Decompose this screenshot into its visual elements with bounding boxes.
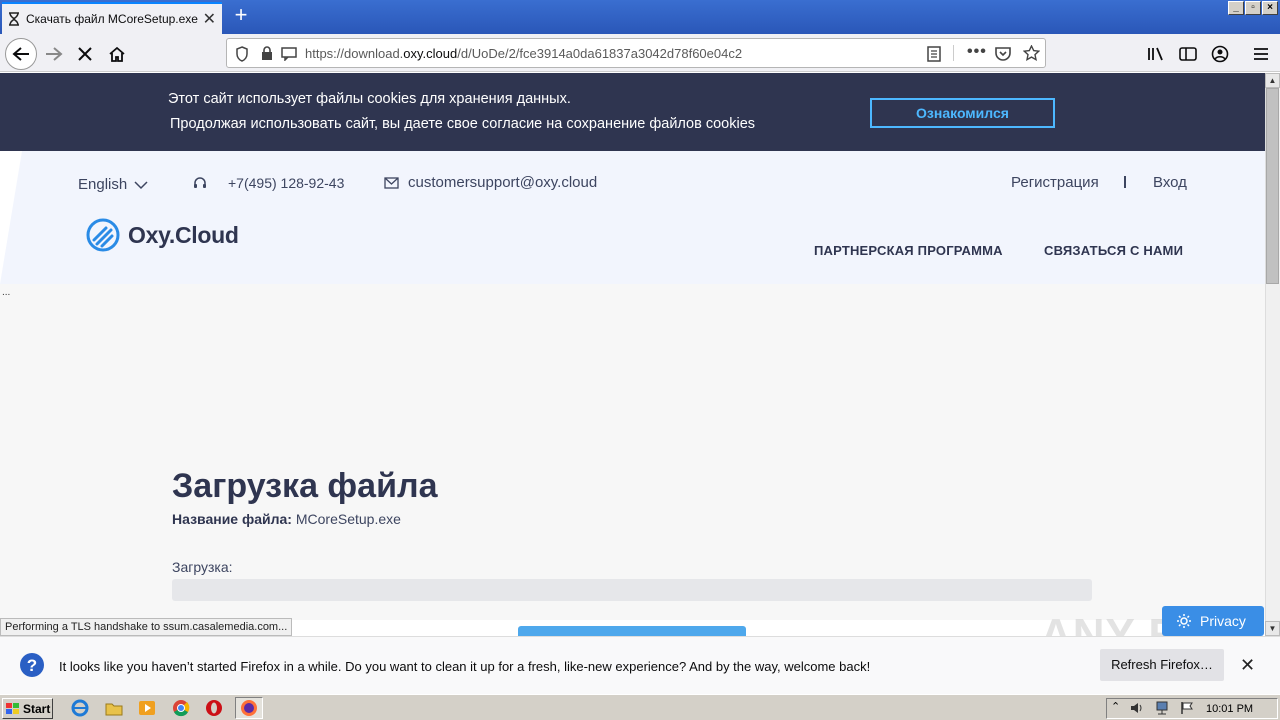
shield-icon[interactable]: [235, 46, 249, 62]
forward-button[interactable]: [40, 40, 68, 68]
forward-arrow-icon: [46, 47, 63, 61]
language-selector[interactable]: English: [78, 176, 148, 193]
firefox-icon: [241, 700, 257, 716]
folder-icon[interactable]: [105, 699, 123, 717]
clock: 10:01 PM: [1206, 703, 1254, 715]
chrome-icon[interactable]: [172, 699, 190, 717]
notification-text: It looks like you haven’t started Firefo…: [59, 659, 871, 674]
tab-close-icon[interactable]: ✕: [203, 9, 216, 29]
nav-partner-program[interactable]: ПАРТНЕРСКАЯ ПРОГРАММА: [814, 243, 1003, 258]
sidebar-icon: [1179, 47, 1197, 61]
privacy-button[interactable]: Privacy: [1162, 606, 1264, 636]
email-contact[interactable]: customersupport@oxy.cloud: [384, 174, 597, 191]
email-address: customersupport@oxy.cloud: [408, 174, 598, 191]
scroll-down-arrow-icon[interactable]: ▼: [1265, 621, 1280, 636]
minimize-icon[interactable]: _: [1228, 1, 1244, 15]
headset-icon: [194, 177, 206, 188]
library-icon: [1148, 47, 1163, 61]
notification-close-icon[interactable]: ✕: [1240, 655, 1255, 676]
media-player-icon[interactable]: [138, 699, 156, 717]
svg-text:?: ?: [27, 656, 37, 675]
flag-icon[interactable]: [1180, 701, 1194, 715]
firefox-taskbar-button[interactable]: [235, 697, 263, 719]
ie-icon[interactable]: [71, 699, 89, 717]
file-name-label: Название файла:: [172, 511, 292, 527]
chevron-down-icon: [134, 180, 148, 189]
login-link[interactable]: Вход: [1153, 174, 1187, 191]
download-button[interactable]: [518, 626, 746, 636]
network-icon[interactable]: [1155, 701, 1169, 715]
permissions-icon[interactable]: [281, 47, 297, 61]
library-button[interactable]: [1142, 40, 1170, 68]
site-header: English +7(495) 128-92-43 customersuppor…: [0, 151, 1265, 284]
pocket-icon[interactable]: [995, 46, 1011, 61]
hourglass-icon: [8, 12, 20, 26]
question-icon: ?: [19, 652, 45, 678]
refresh-firefox-button[interactable]: Refresh Firefox…: [1100, 649, 1224, 681]
register-link[interactable]: Регистрация: [1011, 174, 1099, 191]
page-title: Загрузка файла: [172, 467, 438, 505]
account-icon: [1211, 45, 1229, 63]
language-label: English: [78, 176, 128, 193]
back-arrow-icon: [12, 47, 29, 61]
gear-icon: [1177, 614, 1191, 628]
status-bar: Performing a TLS handshake to ssum.casal…: [0, 618, 293, 636]
page-actions-icon[interactable]: •••: [967, 43, 987, 61]
stop-button[interactable]: [71, 40, 99, 68]
stop-icon: [78, 47, 92, 61]
cookie-text-line1: Этот сайт использует файлы cookies для х…: [168, 91, 571, 107]
firefox-notification-bar: ? It looks like you haven’t started Fire…: [0, 636, 1280, 694]
logo-text: Oxy.Cloud: [128, 221, 239, 248]
phone-contact[interactable]: +7(495) 128-92-43: [192, 175, 344, 191]
cookie-text-line2: Продолжая использовать сайт, вы даете св…: [170, 116, 756, 132]
navigation-toolbar: https://download.oxy.cloud/d/UoDe/2/fce3…: [0, 34, 1280, 72]
oxy-cloud-logo-icon: [86, 218, 120, 252]
phone-number: +7(495) 128-92-43: [228, 175, 345, 191]
file-name-row: Название файла: MCoreSetup.exe: [172, 511, 401, 527]
scrollbar-thumb[interactable]: [1266, 88, 1279, 284]
bookmark-star-icon[interactable]: [1023, 45, 1040, 61]
menu-button[interactable]: [1247, 40, 1275, 68]
file-name-value: MCoreSetup.exe: [295, 511, 401, 527]
tray-expand-icon[interactable]: ⌃: [1111, 700, 1120, 713]
active-tab[interactable]: Скачать файл MCoreSetup.exe н ✕: [2, 2, 222, 34]
url-text: https://download.oxy.cloud/d/UoDe/2/fce3…: [305, 46, 743, 61]
tab-bar: Скачать файл MCoreSetup.exe н ✕ + _ ▫ ×: [0, 0, 1280, 34]
restore-icon[interactable]: ▫: [1245, 1, 1261, 15]
sidebar-button[interactable]: [1174, 40, 1202, 68]
tab-title: Скачать файл MCoreSetup.exe н: [26, 12, 199, 26]
account-button[interactable]: [1206, 40, 1234, 68]
home-icon: [109, 46, 125, 62]
auth-divider: [1124, 176, 1126, 188]
cookie-banner: Этот сайт использует файлы cookies для х…: [0, 73, 1265, 151]
windows-logo-icon: [6, 702, 19, 714]
opera-icon[interactable]: [205, 699, 223, 717]
loading-ellipsis: ...: [2, 287, 11, 298]
header-decoration: [0, 151, 22, 284]
hamburger-menu-icon: [1254, 48, 1268, 60]
download-label: Загрузка:: [172, 559, 233, 575]
scroll-up-arrow-icon[interactable]: ▲: [1265, 73, 1280, 88]
start-button[interactable]: Start: [2, 698, 53, 719]
url-separator: [953, 45, 954, 61]
start-label: Start: [23, 701, 51, 716]
reader-view-icon[interactable]: [927, 46, 941, 62]
windows-taskbar: Start ⌃ 10:01 PM: [0, 694, 1280, 720]
home-button[interactable]: [103, 40, 131, 68]
privacy-label: Privacy: [1200, 613, 1246, 629]
new-tab-icon[interactable]: +: [230, 4, 252, 27]
url-bar[interactable]: https://download.oxy.cloud/d/UoDe/2/fce3…: [226, 38, 1046, 68]
download-progress-bar: [172, 579, 1092, 601]
site-logo[interactable]: Oxy.Cloud: [86, 218, 239, 252]
mail-icon: [384, 176, 399, 189]
back-button[interactable]: [5, 38, 37, 70]
lock-icon[interactable]: [261, 46, 273, 61]
nav-contact-us[interactable]: СВЯЗАТЬСЯ С НАМИ: [1044, 243, 1183, 258]
cookie-accept-button[interactable]: Ознакомился: [870, 98, 1055, 128]
window-close-icon[interactable]: ×: [1262, 1, 1278, 15]
volume-icon[interactable]: [1130, 701, 1144, 715]
